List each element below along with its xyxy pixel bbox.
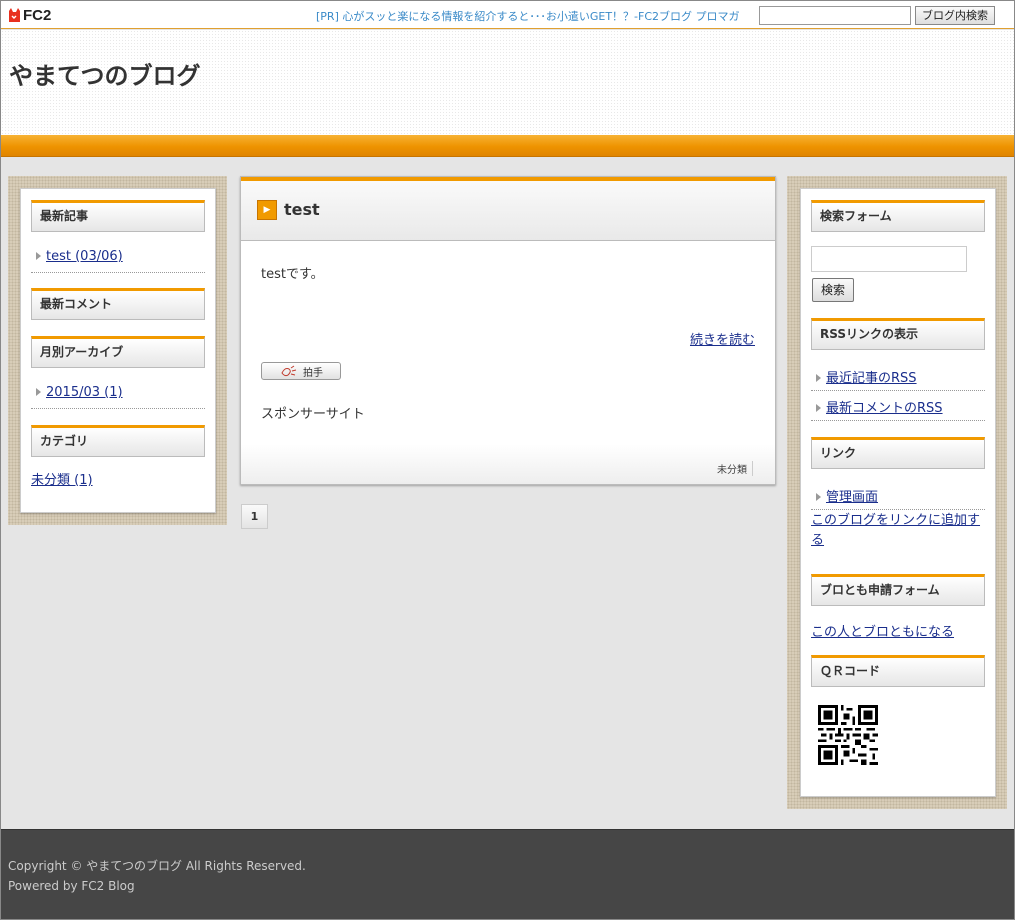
triangle-bullet-icon [816, 403, 821, 412]
blog-header: やまてつのブログ [1, 30, 1014, 135]
triangle-bullet-icon [36, 387, 41, 396]
link-item: 管理画面 [816, 486, 878, 505]
clap-label: 拍手 [303, 367, 323, 379]
archive-item: 2015/03 (1) [36, 385, 123, 400]
category-link[interactable]: 未分類 (1) [31, 473, 93, 488]
entry-footer: 未分類 [241, 444, 775, 484]
rss-recent-comments-link[interactable]: 最新コメントのRSS [826, 401, 943, 416]
divider [31, 408, 205, 409]
fc2-logo[interactable]: FC2 [7, 6, 51, 24]
sidebar-search-input[interactable] [811, 246, 967, 272]
triangle-bullet-icon [816, 373, 821, 382]
blog-title[interactable]: やまてつのブログ [9, 56, 201, 91]
recent-comments-title: 最新コメント [31, 288, 205, 320]
recent-entry-item: test (03/06) [36, 249, 123, 264]
fc2-cat-icon [9, 8, 20, 22]
entry-body: testです。 [261, 267, 324, 282]
read-more-link[interactable]: 続きを読む [690, 329, 755, 348]
search-form-title: 検索フォーム [811, 200, 985, 232]
pr-ad-link[interactable]: [PR] 心がスッと楽になる情報を紹介すると･･･お小遣いGET！？-FC2ブロ… [316, 8, 740, 24]
add-link-item: このブログをリンクに追加する [811, 511, 987, 551]
blog-footer: Copyright © やまてつのブログ All Rights Reserved… [1, 829, 1014, 919]
fc2-logo-text: FC2 [23, 6, 52, 24]
sponsor-site-text: スポンサーサイト [261, 407, 365, 422]
recent-entry-link[interactable]: test (03/06) [46, 249, 123, 264]
sidebar-search-button[interactable]: 検索 [812, 278, 854, 302]
powered-by-text: Powered by FC2 Blog [8, 879, 135, 893]
triangle-bullet-icon [36, 251, 41, 260]
qr-code-icon[interactable] [818, 705, 878, 765]
become-friend-link[interactable]: この人とブロともになる [811, 625, 954, 640]
friend-request-item: この人とブロともになる [811, 621, 954, 640]
admin-page-link[interactable]: 管理画面 [826, 490, 878, 505]
blog-search-input[interactable] [759, 6, 911, 25]
qr-code-title: ＱＲコード [811, 655, 985, 687]
clapping-hands-icon [281, 365, 297, 377]
rss-item: 最近記事のRSS [816, 367, 917, 386]
copyright-text: Copyright © やまてつのブログ All Rights Reserved… [8, 859, 306, 873]
rss-item: 最新コメントのRSS [816, 397, 943, 416]
divider [811, 420, 985, 421]
rss-recent-entries-link[interactable]: 最近記事のRSS [826, 371, 917, 386]
blog-entry: ▶ test testです。 続きを読む 拍手 スポンサーサイト 未分類 [240, 176, 776, 485]
entry-category-link[interactable]: 未分類 [717, 461, 753, 476]
divider [811, 390, 985, 391]
play-arrow-icon: ▶ [257, 200, 277, 220]
add-blog-link[interactable]: このブログをリンクに追加する [811, 513, 980, 548]
links-title: リンク [811, 437, 985, 469]
entry-header: ▶ test [241, 177, 775, 241]
entry-title[interactable]: test [284, 200, 320, 219]
recent-entries-title: 最新記事 [31, 200, 205, 232]
header-orange-band [1, 135, 1014, 157]
category-item: 未分類 (1) [31, 469, 93, 488]
triangle-bullet-icon [816, 492, 821, 501]
archives-title: 月別アーカイブ [31, 336, 205, 368]
category-title: カテゴリ [31, 425, 205, 457]
fc2-top-bar: FC2 [PR] 心がスッと楽になる情報を紹介すると･･･お小遣いGET！？-F… [1, 1, 1014, 29]
rss-title: RSSリンクの表示 [811, 318, 985, 350]
pager-current-page[interactable]: 1 [241, 504, 268, 529]
friend-request-title: ブロとも申請フォーム [811, 574, 985, 606]
clap-button[interactable]: 拍手 [261, 362, 341, 380]
divider [31, 272, 205, 273]
archive-link[interactable]: 2015/03 (1) [46, 385, 123, 400]
divider [811, 509, 985, 510]
blog-search-button[interactable]: ブログ内検索 [915, 6, 995, 25]
